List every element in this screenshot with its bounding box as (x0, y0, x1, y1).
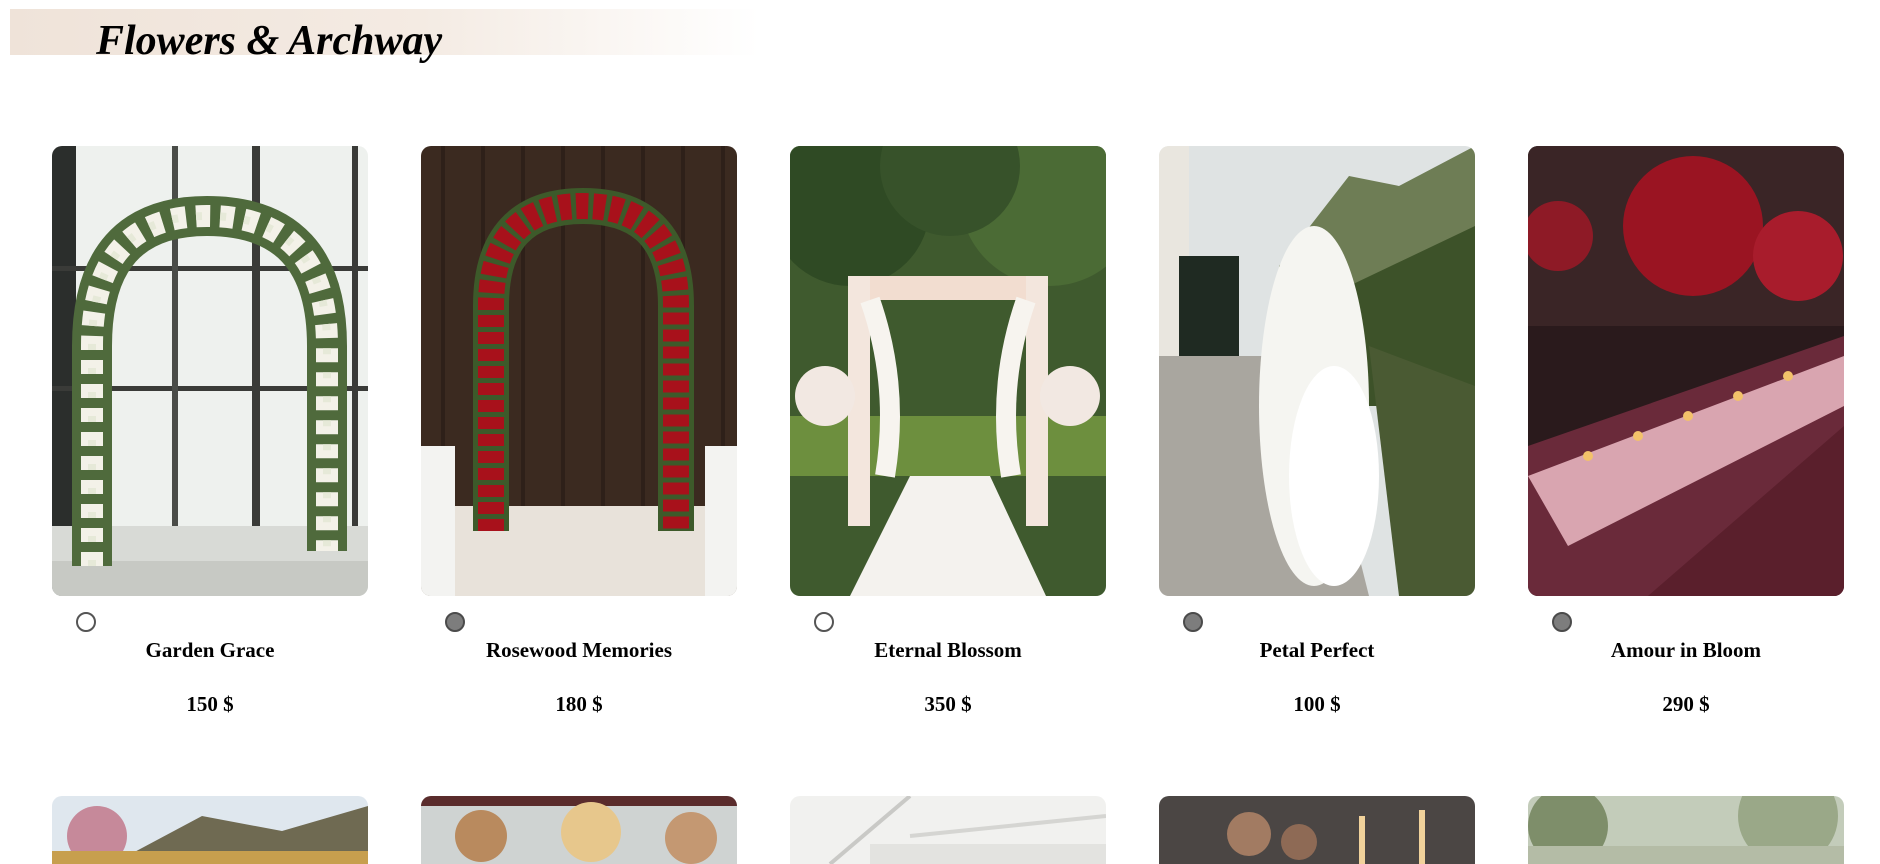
product-image[interactable] (52, 146, 368, 596)
product-image[interactable] (421, 146, 737, 596)
product-card[interactable]: Amour in Bloom 290 $ (1528, 146, 1844, 716)
select-radio[interactable] (1183, 612, 1203, 632)
product-image[interactable] (790, 796, 1106, 864)
product-image[interactable] (1528, 146, 1844, 596)
product-card[interactable]: Petal Perfect 100 $ (1159, 146, 1475, 716)
product-image[interactable] (1159, 146, 1475, 596)
product-price: 290 $ (1662, 692, 1710, 716)
select-radio[interactable] (1552, 612, 1572, 632)
select-radio[interactable] (445, 612, 465, 632)
product-card[interactable]: Eternal Blossom 350 $ (790, 146, 1106, 716)
product-price: 180 $ (555, 692, 603, 716)
product-image[interactable] (1528, 796, 1844, 864)
product-card[interactable]: Rosewood Memories 180 $ (421, 146, 737, 716)
product-image[interactable] (421, 796, 737, 864)
product-name: Amour in Bloom (1610, 638, 1762, 662)
page-title: Flowers & Archway (96, 18, 443, 64)
product-image[interactable] (52, 796, 368, 864)
product-price: 100 $ (1293, 692, 1341, 716)
product-name: Eternal Blossom (874, 638, 1022, 662)
product-image[interactable] (1159, 796, 1475, 864)
select-radio[interactable] (76, 612, 96, 632)
product-card[interactable]: Garden Grace 150 $ (52, 146, 368, 716)
product-price: 150 $ (186, 692, 234, 716)
select-radio[interactable] (814, 612, 834, 632)
product-price: 350 $ (924, 692, 972, 716)
product-name: Petal Perfect (1259, 638, 1375, 662)
product-name: Rosewood Memories (485, 638, 673, 662)
product-name: Garden Grace (145, 638, 275, 662)
header-banner: Flowers & Archway (10, 9, 760, 64)
product-image[interactable] (790, 146, 1106, 596)
